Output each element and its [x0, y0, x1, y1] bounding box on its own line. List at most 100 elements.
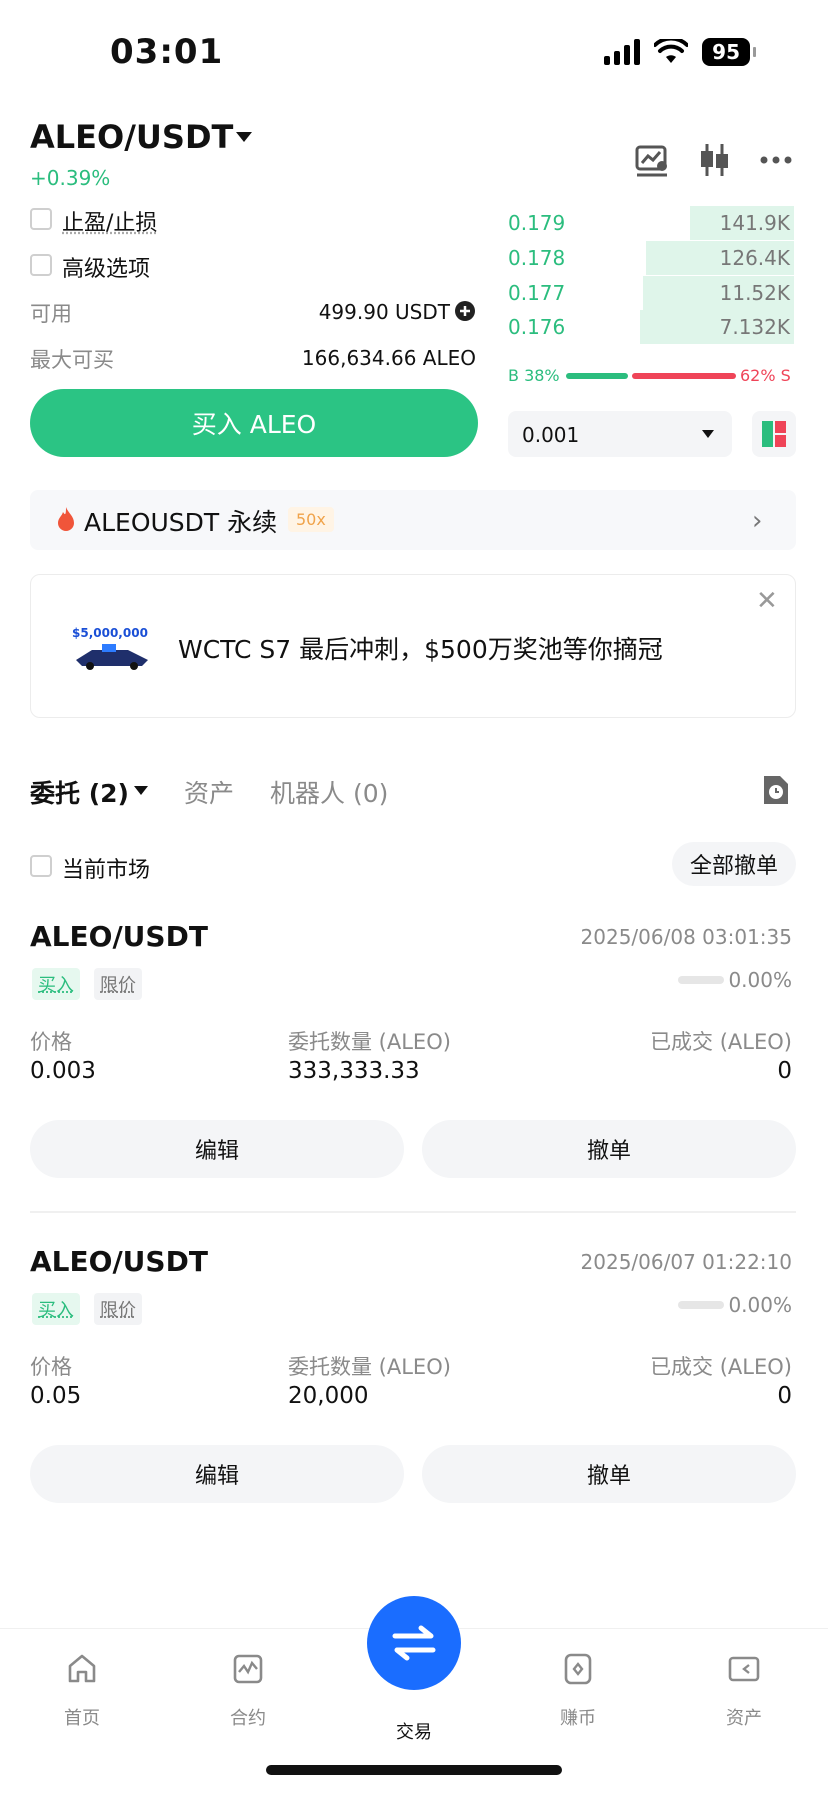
- orderbook-row[interactable]: 0.178 126.4K: [498, 241, 794, 275]
- precision-value: 0.001: [522, 423, 580, 447]
- orderbook-qty: 7.132K: [719, 315, 790, 339]
- chevron-down-icon: [702, 430, 714, 438]
- fill-progress-text: 0.00%: [728, 968, 792, 992]
- order-type-badge: 限价: [94, 1293, 142, 1325]
- sell-ratio: 62% S: [740, 366, 791, 385]
- edit-order-button[interactable]: 编辑: [30, 1120, 404, 1178]
- price-label: 价格: [30, 1355, 72, 1379]
- prize-amount: $5,000,000: [72, 626, 148, 640]
- orderbook-price: 0.176: [508, 315, 566, 339]
- max-buy-label: 最大可买: [30, 348, 114, 372]
- price-change: +0.39%: [30, 166, 111, 190]
- fire-icon: [58, 507, 74, 531]
- candlestick-icon[interactable]: [696, 142, 732, 178]
- nav-trade-button[interactable]: [367, 1596, 461, 1690]
- close-icon[interactable]: ✕: [756, 586, 778, 616]
- current-market-label[interactable]: 当前市场: [62, 852, 150, 884]
- nav-earn[interactable]: 赚币: [528, 1652, 628, 1730]
- precision-select[interactable]: 0.001: [508, 411, 732, 457]
- order-side-badge: 买入: [32, 968, 80, 1000]
- more-icon[interactable]: [758, 142, 794, 178]
- orderbook-qty: 141.9K: [719, 211, 790, 235]
- cancel-all-button[interactable]: 全部撤单: [672, 842, 796, 886]
- filled-value: 0: [777, 1058, 792, 1084]
- futures-icon: [233, 1654, 263, 1684]
- chevron-down-icon[interactable]: [134, 786, 148, 795]
- tp-sl-checkbox[interactable]: [30, 208, 52, 230]
- available-label: 可用: [30, 302, 72, 326]
- race-car-image: $5,000,000: [72, 626, 152, 670]
- orderbook-price: 0.179: [508, 211, 566, 235]
- home-indicator: [266, 1765, 562, 1775]
- tp-sl-label[interactable]: 止盈/止损: [62, 205, 157, 237]
- promo-text: WCTC S7 最后冲刺，$500万奖池等你摘冠: [178, 635, 663, 664]
- nav-assets[interactable]: 资产: [694, 1652, 794, 1730]
- nav-assets-label: 资产: [726, 1708, 762, 1729]
- earn-icon: [564, 1653, 592, 1685]
- chevron-down-icon[interactable]: [236, 132, 252, 142]
- layout-icon: [762, 421, 786, 447]
- wifi-icon: [654, 39, 689, 63]
- tab-assets[interactable]: 资产: [184, 774, 234, 810]
- nav-earn-label: 赚币: [560, 1708, 596, 1729]
- orderbook-layout-button[interactable]: [752, 411, 796, 457]
- fill-progress-bar: [678, 1301, 724, 1309]
- status-time: 03:01: [110, 32, 224, 72]
- nav-home-label: 首页: [64, 1708, 100, 1729]
- nav-trade-label: 交易: [396, 1722, 432, 1743]
- price-value: 0.003: [30, 1058, 96, 1084]
- advanced-label[interactable]: 高级选项: [62, 251, 150, 283]
- plus-circle-icon[interactable]: [454, 300, 476, 322]
- current-market-checkbox[interactable]: [30, 855, 52, 877]
- max-buy-value: 166,634.66 ALEO: [301, 346, 476, 370]
- nav-futures[interactable]: 合约: [198, 1652, 298, 1730]
- orderbook-row[interactable]: 0.179 141.9K: [498, 206, 794, 240]
- edit-order-button[interactable]: 编辑: [30, 1445, 404, 1503]
- perpetual-label: ALEOUSDT 永续: [84, 508, 278, 537]
- order-history-icon[interactable]: [762, 774, 790, 806]
- buy-ratio: B 38%: [508, 366, 560, 385]
- price-value: 0.05: [30, 1383, 82, 1409]
- chevron-right-icon[interactable]: ›: [752, 506, 762, 536]
- tab-bots[interactable]: 机器人 (0): [270, 774, 388, 810]
- advanced-checkbox[interactable]: [30, 254, 52, 276]
- nav-trade[interactable]: 交易: [364, 1704, 464, 1744]
- qty-value: 20,000: [288, 1383, 369, 1409]
- qty-label: 委托数量 (ALEO): [288, 1030, 451, 1054]
- order-time: 2025/06/07 01:22:10: [580, 1250, 792, 1274]
- order-type-badge: 限价: [94, 968, 142, 1000]
- leverage-badge: 50x: [288, 507, 334, 532]
- orderbook-price: 0.178: [508, 246, 566, 270]
- sell-ratio-bar: [632, 373, 736, 379]
- nav-home[interactable]: 首页: [32, 1652, 132, 1730]
- cellular-signal-icon: [604, 39, 641, 65]
- price-label: 价格: [30, 1030, 72, 1054]
- filled-label: 已成交 (ALEO): [650, 1030, 792, 1054]
- nav-futures-label: 合约: [230, 1708, 266, 1729]
- divider: [30, 1211, 796, 1213]
- fill-progress-text: 0.00%: [728, 1293, 792, 1317]
- pair-selector[interactable]: ALEO/USDT: [30, 118, 233, 156]
- orderbook-qty: 126.4K: [719, 246, 790, 270]
- home-icon: [68, 1654, 96, 1683]
- cancel-order-button[interactable]: 撤单: [422, 1120, 796, 1178]
- fill-progress-bar: [678, 976, 724, 984]
- filled-value: 0: [777, 1383, 792, 1409]
- buy-button[interactable]: 买入 ALEO: [30, 389, 478, 457]
- chart-settings-icon[interactable]: [634, 142, 670, 178]
- swap-icon: [392, 1625, 436, 1661]
- cancel-order-button[interactable]: 撤单: [422, 1445, 796, 1503]
- order-pair: ALEO/USDT: [30, 920, 208, 953]
- orderbook-row[interactable]: 0.176 7.132K: [498, 310, 794, 344]
- order-time: 2025/06/08 03:01:35: [580, 925, 792, 949]
- battery-indicator: 95: [702, 38, 756, 66]
- buy-ratio-bar: [566, 373, 628, 379]
- orderbook-row[interactable]: 0.177 11.52K: [498, 276, 794, 310]
- filled-label: 已成交 (ALEO): [650, 1355, 792, 1379]
- tab-orders[interactable]: 委托 (2): [30, 774, 129, 810]
- order-side-badge: 买入: [32, 1293, 80, 1325]
- available-value: 499.90 USDT: [318, 300, 450, 324]
- order-pair: ALEO/USDT: [30, 1245, 208, 1278]
- orderbook-qty: 11.52K: [719, 281, 790, 305]
- qty-value: 333,333.33: [288, 1058, 420, 1084]
